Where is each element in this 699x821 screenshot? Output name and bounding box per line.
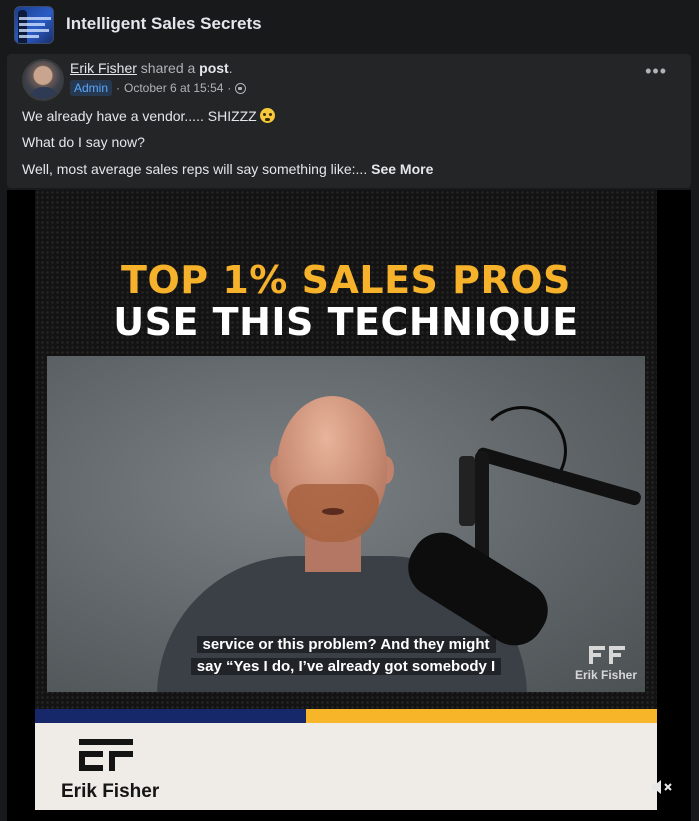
post-text-line-2: What do I say now? <box>22 134 145 150</box>
brand-bar-blue <box>35 709 306 723</box>
admin-badge[interactable]: Admin <box>70 80 113 96</box>
meta-separator: · <box>116 81 121 95</box>
more-options-icon[interactable]: ••• <box>645 62 667 80</box>
mic-clip <box>459 456 475 526</box>
globe-icon[interactable] <box>235 82 247 94</box>
post-card: Erik Fisher shared a post. Admin · Octob… <box>7 54 691 188</box>
post-text-line-1: We already have a vendor..... SHIZZZ <box>22 108 275 124</box>
see-more-link[interactable]: See More <box>371 161 433 177</box>
watermark-text: Erik Fisher <box>575 668 638 682</box>
period: . <box>228 60 233 76</box>
brand-name: Erik Fisher <box>61 781 160 802</box>
video-captions: service or this problem? And they might … <box>47 634 645 678</box>
video-player[interactable]: TOP 1% SALES PROS USE THIS TECHNIQUE ser… <box>7 190 691 821</box>
volume-muted-icon[interactable] <box>650 778 674 796</box>
caption-line-1: service or this problem? And they might <box>196 636 496 653</box>
caption-line-2: say “Yes I do, I’ve already got somebody… <box>190 658 502 675</box>
ef-logo-icon <box>79 739 133 771</box>
group-title[interactable]: Intelligent Sales Secrets <box>66 14 262 34</box>
post-link[interactable]: post <box>199 60 229 76</box>
avatar[interactable] <box>22 59 64 101</box>
speaker-mouth <box>322 508 344 515</box>
author-line: Erik Fisher shared a post. <box>70 60 233 76</box>
brand-bar-gold <box>306 709 657 723</box>
group-header: Intelligent Sales Secrets <box>0 0 699 50</box>
flushed-face-emoji-icon <box>259 108 275 123</box>
timestamp[interactable]: October 6 at 15:54 <box>124 81 223 95</box>
post-meta: Admin · October 6 at 15:54 · <box>70 80 247 96</box>
meta-separator-2: · <box>227 81 232 95</box>
brand-footer: Erik Fisher <box>35 723 657 810</box>
ef-watermark-icon <box>589 646 625 664</box>
post-text-3: Well, most average sales reps will say s… <box>22 161 368 177</box>
author-name[interactable]: Erik Fisher <box>70 60 137 76</box>
video-headline-1: TOP 1% SALES PROS <box>121 258 571 302</box>
post-text-1: We already have a vendor..... SHIZZZ <box>22 108 257 124</box>
video-thumbnail-card: TOP 1% SALES PROS USE THIS TECHNIQUE ser… <box>35 190 657 810</box>
group-thumbnail[interactable] <box>14 6 54 44</box>
post-text-line-3: Well, most average sales reps will say s… <box>22 161 433 177</box>
video-frame: service or this problem? And they might … <box>47 356 645 692</box>
shared-text: shared a <box>140 60 196 76</box>
video-headline-2: USE THIS TECHNIQUE <box>113 300 579 344</box>
